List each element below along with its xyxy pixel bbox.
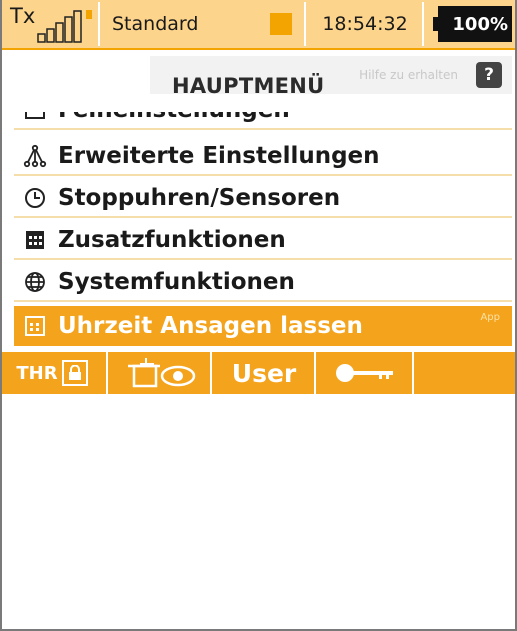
menu-item-zusatzfunktionen[interactable]: Zusatzfunktionen <box>14 222 512 260</box>
key-icon <box>336 364 393 382</box>
sliders-icon <box>22 112 48 123</box>
menu-item-feineinstellungen[interactable]: Feineinstellungen <box>14 112 512 130</box>
menu-item-uhrzeit-ansagen-lassen[interactable]: Uhrzeit Ansagen lassen App <box>14 306 512 346</box>
box-eye-icon <box>128 358 196 388</box>
battery-indicator: 100% <box>433 6 512 42</box>
calendar-icon <box>22 313 48 339</box>
user-button[interactable]: User <box>214 352 314 394</box>
user-label: User <box>231 358 297 388</box>
tx-label: Tx <box>10 4 36 28</box>
menu-item-systemfunktionen[interactable]: Systemfunktionen <box>14 264 512 302</box>
clock-time: 18:54:32 <box>322 13 408 35</box>
help-button[interactable]: ? <box>476 62 502 88</box>
thr-label: THR <box>16 362 58 384</box>
tree-icon <box>22 143 48 169</box>
model-view-button[interactable] <box>110 352 210 394</box>
main-menu-list: Feineinstellungen Erweiterte Einstellung… <box>14 112 512 350</box>
menu-item-erweiterte-einstellungen[interactable]: Erweiterte Einstellungen <box>14 138 512 176</box>
app-tag: App <box>480 312 500 323</box>
menu-item-label: Systemfunktionen <box>58 269 295 295</box>
key-button[interactable] <box>318 352 412 394</box>
menu-item-label: Uhrzeit Ansagen lassen <box>58 313 363 339</box>
throttle-lock-button[interactable]: THR <box>6 352 98 394</box>
help-hint-text: Hilfe zu erhalten <box>359 68 458 82</box>
globe-icon <box>22 269 48 295</box>
menu-item-label: Erweiterte Einstellungen <box>58 143 380 169</box>
menu-item-label: Feineinstellungen <box>58 112 290 123</box>
grid-icon <box>22 227 48 253</box>
signal-bars-icon <box>37 10 92 43</box>
page-title: HAUPTMENÜ <box>172 74 325 98</box>
menu-item-label: Zusatzfunktionen <box>58 227 286 253</box>
empty-slot-button[interactable] <box>416 352 512 394</box>
model-color-indicator <box>270 13 292 35</box>
battery-percent: 100% <box>452 13 508 35</box>
model-name-label: Standard <box>112 13 199 35</box>
lock-icon <box>61 360 88 386</box>
menu-item-stoppuhren-sensoren[interactable]: Stoppuhren/Sensoren <box>14 180 512 218</box>
clock-icon <box>22 185 48 211</box>
clock: 18:54:32 <box>310 0 420 48</box>
transmitter-signal: Tx <box>8 0 98 48</box>
bottom-toolbar: THR User <box>0 352 517 394</box>
status-bar: Tx Standard 18:54:32 100% <box>0 0 517 50</box>
help-icon: ? <box>484 65 494 85</box>
menu-item-label: Stoppuhren/Sensoren <box>58 185 341 211</box>
